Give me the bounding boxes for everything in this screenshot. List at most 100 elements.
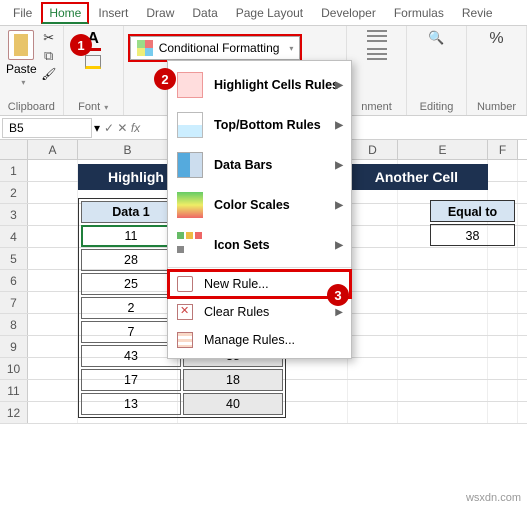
format-painter-button[interactable] xyxy=(41,66,57,82)
row-header[interactable]: 12 xyxy=(0,402,28,423)
cell[interactable] xyxy=(28,314,78,335)
cell[interactable] xyxy=(488,314,518,335)
menu-icon-sets[interactable]: Icon Sets ▶ xyxy=(168,225,351,265)
tab-draw[interactable]: Draw xyxy=(137,2,183,24)
cell[interactable] xyxy=(398,336,488,357)
row-header[interactable]: 5 xyxy=(0,248,28,269)
tab-insert[interactable]: Insert xyxy=(89,2,137,24)
cell[interactable] xyxy=(348,336,398,357)
menu-separator xyxy=(168,267,351,268)
conditional-formatting-button[interactable]: Conditional Formatting ▾ xyxy=(130,36,301,60)
cell[interactable] xyxy=(28,226,78,247)
cell[interactable] xyxy=(398,380,488,401)
data-cell[interactable]: 18 xyxy=(183,369,283,391)
row-header[interactable]: 3 xyxy=(0,204,28,225)
cell[interactable] xyxy=(348,358,398,379)
row-header[interactable]: 2 xyxy=(0,182,28,203)
data-cell[interactable]: 28 xyxy=(81,249,181,271)
cell[interactable] xyxy=(28,270,78,291)
cell[interactable] xyxy=(488,380,518,401)
cell[interactable] xyxy=(348,248,398,269)
tab-file[interactable]: File xyxy=(4,2,41,24)
col-header-e[interactable]: E xyxy=(398,140,488,159)
find-button[interactable] xyxy=(428,30,444,46)
col-header-b[interactable]: B xyxy=(78,140,178,159)
cell[interactable] xyxy=(348,314,398,335)
cell[interactable] xyxy=(28,402,78,423)
cell[interactable] xyxy=(28,182,78,203)
cell[interactable] xyxy=(488,248,518,269)
cell[interactable] xyxy=(28,204,78,225)
data-cell[interactable]: 43 xyxy=(81,345,181,367)
row-header[interactable]: 9 xyxy=(0,336,28,357)
new-rule-icon xyxy=(177,276,193,292)
cell[interactable] xyxy=(28,336,78,357)
copy-button[interactable] xyxy=(41,48,57,64)
col-header-d[interactable]: D xyxy=(348,140,398,159)
cell[interactable] xyxy=(348,402,398,423)
cut-button[interactable] xyxy=(41,30,57,46)
row-header[interactable]: 6 xyxy=(0,270,28,291)
equal-to-value[interactable]: 38 xyxy=(430,224,515,246)
cell[interactable] xyxy=(488,358,518,379)
data-cell[interactable]: 7 xyxy=(81,321,181,343)
row-header[interactable]: 8 xyxy=(0,314,28,335)
data-cell[interactable]: 11 xyxy=(81,225,181,247)
row-header[interactable]: 10 xyxy=(0,358,28,379)
tab-formulas[interactable]: Formulas xyxy=(385,2,453,24)
menu-color-scales[interactable]: Color Scales ▶ xyxy=(168,185,351,225)
menu-manage-rules[interactable]: Manage Rules... xyxy=(168,326,351,354)
cell[interactable] xyxy=(348,226,398,247)
tab-review[interactable]: Revie xyxy=(453,2,502,24)
menu-top-bottom-rules[interactable]: Top/Bottom Rules ▶ xyxy=(168,105,351,145)
align-button[interactable] xyxy=(367,30,387,44)
menu-highlight-cells-rules[interactable]: Highlight Cells Rules ▶ xyxy=(168,65,351,105)
cell[interactable] xyxy=(28,380,78,401)
select-all-corner[interactable] xyxy=(0,140,28,159)
tab-page-layout[interactable]: Page Layout xyxy=(227,2,312,24)
data-cell[interactable]: 25 xyxy=(81,273,181,295)
cell[interactable] xyxy=(488,292,518,313)
row-header[interactable]: 4 xyxy=(0,226,28,247)
cell[interactable] xyxy=(28,248,78,269)
cell[interactable] xyxy=(398,402,488,423)
data-cell[interactable]: 13 xyxy=(81,393,181,415)
cell[interactable] xyxy=(28,292,78,313)
percent-button[interactable] xyxy=(489,30,503,48)
tab-developer[interactable]: Developer xyxy=(312,2,385,24)
cell[interactable] xyxy=(488,336,518,357)
cell[interactable] xyxy=(398,270,488,291)
paste-button[interactable]: Paste ▾ xyxy=(6,30,37,87)
cell[interactable] xyxy=(348,204,398,225)
cell[interactable] xyxy=(398,248,488,269)
menu-new-rule[interactable]: New Rule... xyxy=(168,270,351,298)
tab-data[interactable]: Data xyxy=(183,2,226,24)
cell[interactable] xyxy=(488,402,518,423)
fill-color-button[interactable] xyxy=(85,55,101,69)
col-header-f[interactable]: F xyxy=(488,140,518,159)
cell[interactable] xyxy=(348,292,398,313)
data-cell[interactable]: 40 xyxy=(183,393,283,415)
align-button-2[interactable] xyxy=(367,48,387,62)
cell[interactable] xyxy=(488,160,518,181)
cell[interactable] xyxy=(348,380,398,401)
name-box[interactable]: B5 xyxy=(2,118,92,138)
menu-data-bars[interactable]: Data Bars ▶ xyxy=(168,145,351,185)
row-header[interactable]: 1 xyxy=(0,160,28,181)
data-cell[interactable]: 2 xyxy=(81,297,181,319)
cell[interactable] xyxy=(28,160,78,181)
row-header[interactable]: 7 xyxy=(0,292,28,313)
cell[interactable] xyxy=(398,314,488,335)
cell[interactable] xyxy=(348,270,398,291)
equal-to-label: Equal to xyxy=(430,200,515,222)
cell[interactable] xyxy=(488,270,518,291)
col-header-a[interactable]: A xyxy=(28,140,78,159)
cell[interactable] xyxy=(398,358,488,379)
tab-home[interactable]: Home xyxy=(41,2,89,24)
menu-clear-rules[interactable]: Clear Rules ▶ xyxy=(168,298,351,326)
data-cell[interactable]: 17 xyxy=(81,369,181,391)
cell[interactable] xyxy=(398,292,488,313)
cell[interactable] xyxy=(28,358,78,379)
fx-button[interactable]: ✓ ✕ fx xyxy=(100,121,144,135)
row-header[interactable]: 11 xyxy=(0,380,28,401)
